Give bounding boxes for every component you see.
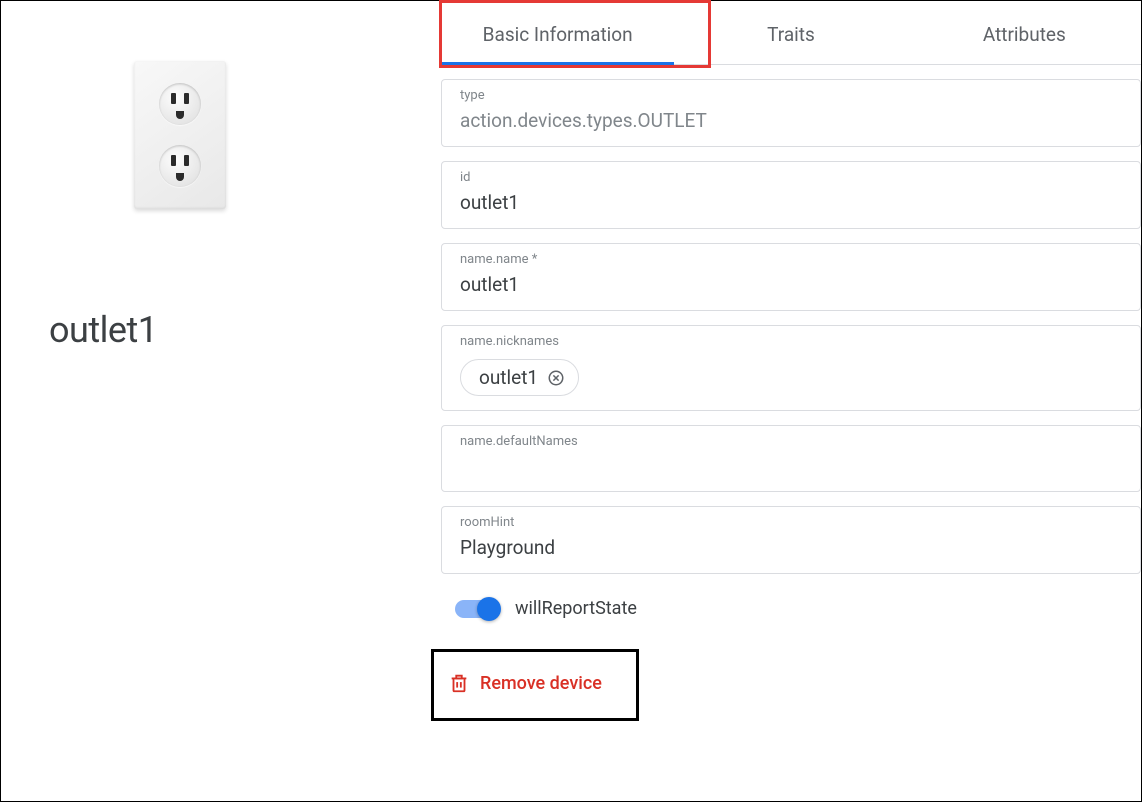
field-roomhint-label: roomHint [460,515,1122,530]
name-name-input[interactable] [460,273,1122,296]
field-id: id outlet1 [441,161,1141,229]
tab-traits[interactable]: Traits [674,1,907,64]
toggle-willreportstate-row: willReportState [455,598,1141,619]
switch-thumb [477,597,501,621]
highlight-remove-device: Remove device [431,649,639,721]
field-id-label: id [460,170,1122,185]
field-type-label: type [460,88,1122,103]
willreportstate-toggle[interactable] [455,600,499,618]
nickname-chip-text: outlet1 [479,366,538,389]
outlet-icon [134,61,226,209]
device-name-heading: outlet1 [49,309,393,351]
field-name-nicknames[interactable]: name.nicknames outlet1 [441,325,1141,411]
field-name-name-label: name.name * [460,252,1122,267]
nickname-chip[interactable]: outlet1 [460,359,579,396]
field-name-defaultnames-label: name.defaultNames [460,434,1122,449]
remove-device-button[interactable]: Remove device [448,672,602,694]
field-id-value: outlet1 [460,191,1122,214]
field-roomhint[interactable]: roomHint [441,506,1141,574]
tabs: Basic Information Traits Attributes [441,1,1141,65]
defaultnames-value[interactable] [460,455,1122,477]
socket-bottom [159,145,201,187]
roomhint-input[interactable] [460,536,1122,559]
field-name-name[interactable]: name.name * [441,243,1141,311]
trash-icon [448,672,470,694]
field-name-nicknames-label: name.nicknames [460,334,1122,349]
field-type-value: action.devices.types.OUTLET [460,109,1122,132]
close-icon[interactable] [546,368,566,388]
socket-top [159,83,201,125]
tab-basic-information[interactable]: Basic Information [441,1,674,65]
remove-device-label: Remove device [480,673,602,694]
willreportstate-label: willReportState [515,598,637,619]
field-name-defaultnames[interactable]: name.defaultNames [441,425,1141,492]
tab-attributes[interactable]: Attributes [908,1,1141,64]
main-content: Basic Information Traits Attributes type… [441,1,1141,801]
sidebar: outlet1 [1,1,441,801]
field-type: type action.devices.types.OUTLET [441,79,1141,147]
form-area: type action.devices.types.OUTLET id outl… [441,65,1141,741]
